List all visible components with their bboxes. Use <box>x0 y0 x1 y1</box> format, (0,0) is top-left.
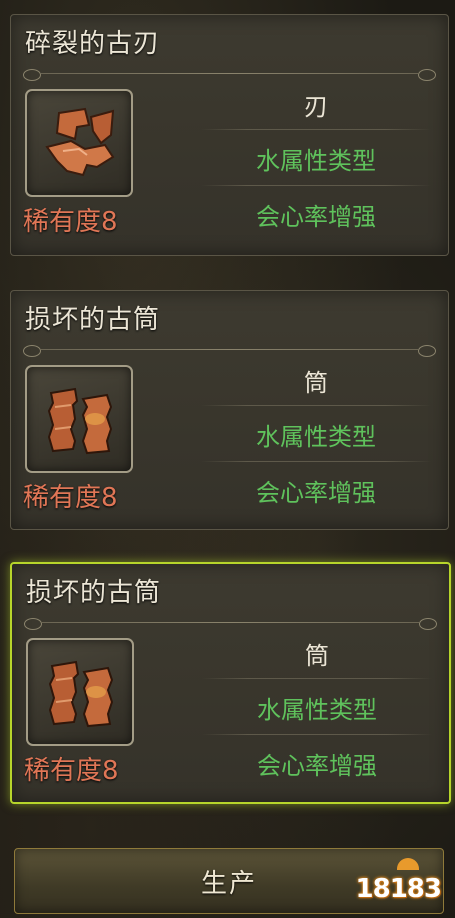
weapon-type-label: 刃 <box>304 93 328 121</box>
element-type-label: 水属性类型 <box>256 147 376 175</box>
skill-label: 会心率增强 <box>256 479 376 507</box>
rarity-label: 稀有度8 <box>24 756 119 786</box>
item-icon-frame <box>25 365 133 473</box>
watermark-logo: 18183 <box>355 874 442 904</box>
ornament-divider <box>21 345 438 357</box>
element-type-label: 水属性类型 <box>256 423 376 451</box>
weapon-type-label: 筒 <box>304 369 328 397</box>
ornament-divider <box>22 618 439 630</box>
stat-divider <box>201 129 431 130</box>
item-title: 损坏的古筒 <box>26 578 162 608</box>
item-icon-frame <box>26 638 134 746</box>
ornament-divider <box>21 69 438 81</box>
stat-divider <box>202 678 432 679</box>
rarity-label: 稀有度8 <box>23 483 118 513</box>
rarity-label: 稀有度8 <box>23 207 118 237</box>
skill-label: 会心率增强 <box>257 752 377 780</box>
item-card-2[interactable]: 损坏的古筒 稀有度8 筒 水属性类型 会心率增强 <box>10 290 449 530</box>
weapon-type-label: 筒 <box>305 642 329 670</box>
stat-divider <box>201 461 431 462</box>
stat-divider <box>201 185 431 186</box>
broken-barrel-icon <box>47 387 113 455</box>
item-card-3-selected[interactable]: 损坏的古筒 稀有度8 筒 水属性类型 会心率增强 <box>10 562 451 804</box>
produce-button-label: 生产 <box>200 868 257 899</box>
element-type-label: 水属性类型 <box>257 696 377 724</box>
stat-divider <box>202 734 432 735</box>
skill-label: 会心率增强 <box>256 203 376 231</box>
broken-barrel-icon <box>48 660 114 728</box>
stat-divider <box>201 405 431 406</box>
item-card-1[interactable]: 碎裂的古刃 稀有度8 刃 水属性类型 会心率增强 <box>10 14 449 256</box>
item-title: 碎裂的古刃 <box>25 29 161 59</box>
item-title: 损坏的古筒 <box>25 305 161 335</box>
item-icon-frame <box>25 89 133 197</box>
broken-blade-icon <box>45 107 115 177</box>
